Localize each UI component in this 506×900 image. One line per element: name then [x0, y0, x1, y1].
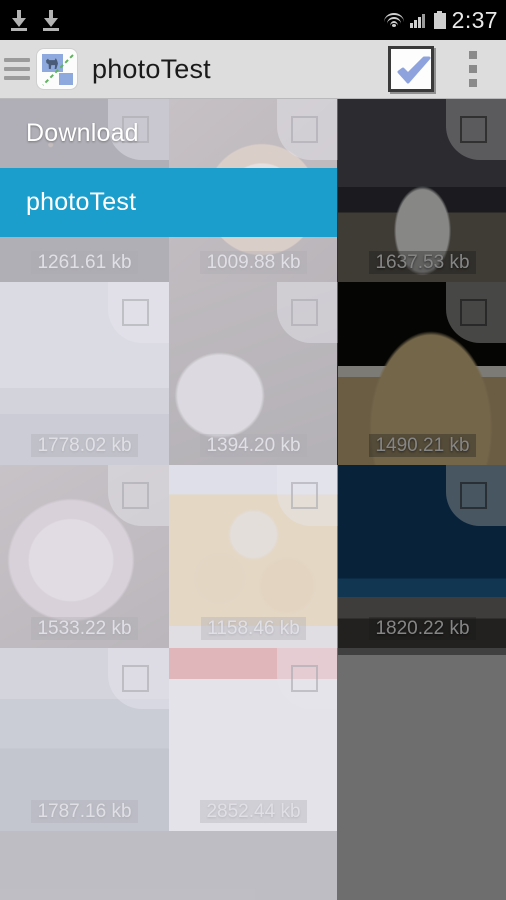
gallery-app-icon [36, 48, 78, 90]
grid-empty-area [337, 655, 506, 900]
drawer-item-label: photoTest [26, 188, 137, 216]
drawer-item-download[interactable]: Download [0, 99, 337, 168]
signal-icon [409, 12, 428, 28]
status-bar-right: 2:37 [383, 6, 498, 34]
drawer-item-label: Download [26, 119, 139, 147]
download-icon [40, 8, 62, 32]
navigation-drawer: Download photoTest [0, 99, 337, 900]
check-icon [397, 56, 431, 84]
select-all-button[interactable] [388, 46, 434, 92]
download-icon [8, 8, 30, 32]
status-bar-clock: 2:37 [451, 6, 498, 33]
action-bar: photoTest [0, 40, 506, 99]
more-options-icon[interactable] [444, 51, 502, 87]
battery-icon [433, 11, 446, 29]
app-root: 1261.61 kb1009.88 kb1637.53 kb1778.02 kb… [0, 0, 506, 900]
drawer-item-phototest[interactable]: photoTest [0, 168, 337, 237]
status-bar-left [8, 8, 62, 32]
hamburger-icon[interactable] [4, 58, 30, 80]
status-bar: 2:37 [0, 0, 506, 40]
page-title: photoTest [92, 53, 211, 84]
wifi-icon [383, 12, 404, 28]
